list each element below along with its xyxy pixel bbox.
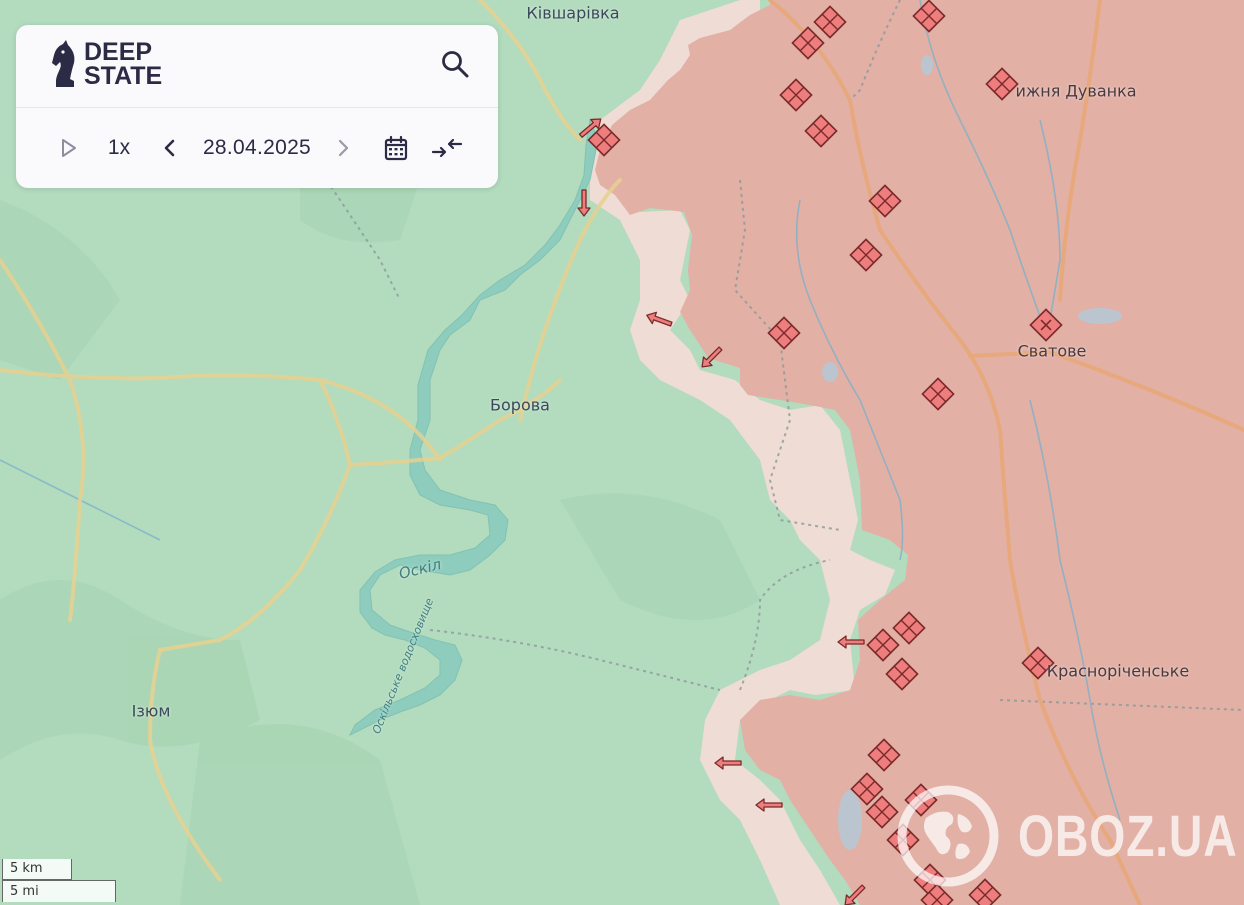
label-borova: Борова (490, 395, 550, 415)
play-button[interactable] (54, 125, 84, 171)
oboz-watermark: OBOZ.UA (896, 784, 1244, 888)
brand-wordmark: DEEP STATE (84, 38, 163, 90)
deepstate-logo[interactable]: DEEP STATE (50, 39, 162, 89)
compare-button[interactable] (428, 125, 466, 171)
timeline-controls: 1x 28.04.2025 (16, 125, 498, 171)
speed-button[interactable]: 1x (104, 125, 134, 171)
brand-line-2: STATE (84, 62, 163, 90)
label-izium: Ізюм (131, 701, 171, 721)
panel-divider (16, 107, 498, 108)
label-nyzhnia-duvanka: ижня Дуванка (1015, 81, 1137, 101)
globe-logo-icon (897, 785, 999, 887)
label-kivsharivka: Ківшарівка (526, 3, 620, 23)
chevron-right-icon (338, 139, 349, 157)
control-panel: DEEP STATE 1x 28.04.2025 (16, 25, 498, 188)
current-date[interactable]: 28.04.2025 (199, 125, 315, 171)
knight-logo-icon (52, 40, 75, 87)
search-button[interactable] (440, 49, 470, 79)
search-icon (442, 51, 469, 78)
next-date-button[interactable] (330, 125, 356, 171)
scale-mi: 5 mi (2, 880, 116, 902)
calendar-button[interactable] (380, 125, 412, 171)
prev-date-button[interactable] (157, 125, 183, 171)
label-krasnorichenske: Красноріченське (1046, 661, 1190, 681)
scale-km: 5 km (2, 859, 72, 880)
calendar-icon (384, 135, 408, 161)
chevron-left-icon (164, 139, 175, 157)
brand-line-1: DEEP (84, 38, 153, 66)
watermark-text: OBOZ.UA (1018, 803, 1238, 869)
compare-arrows-icon (431, 138, 463, 158)
play-icon (62, 139, 76, 157)
label-svatove: Сватове (1017, 341, 1087, 361)
